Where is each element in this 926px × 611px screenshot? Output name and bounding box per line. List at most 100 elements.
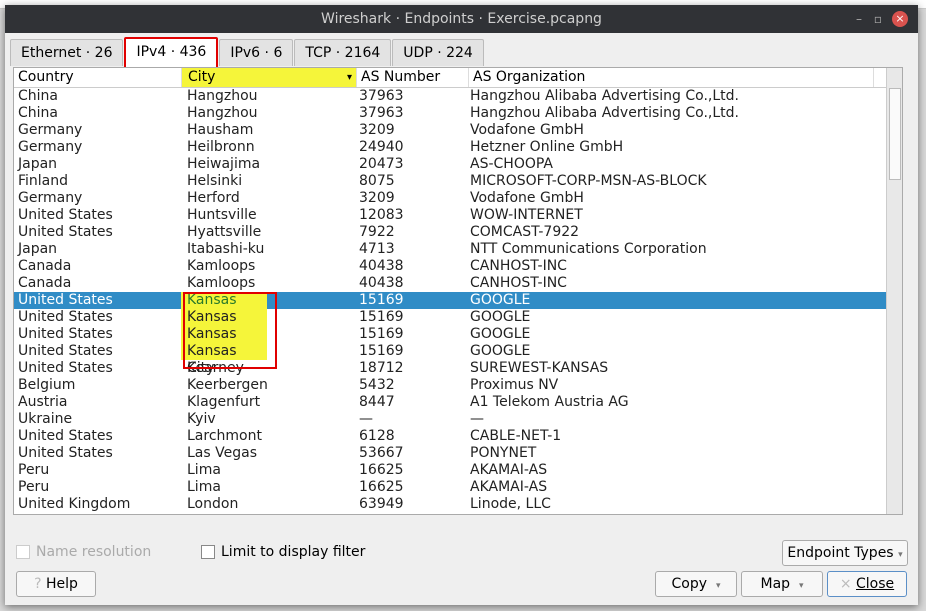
table-row[interactable]: Germany Herford 3209 Vodafone GmbH xyxy=(14,190,902,207)
help-icon: ? xyxy=(34,576,42,592)
column-header-as-org[interactable]: AS Organization xyxy=(469,68,874,87)
table-row[interactable]: Belgium Keerbergen 5432 Proximus NV xyxy=(14,377,902,394)
table-row[interactable]: United States Hyattsville 7922 COMCAST-7922 xyxy=(14,224,902,241)
cell-city: London xyxy=(187,496,239,512)
scrollbar-thumb[interactable] xyxy=(889,88,901,180)
cell-as-org: NTT Communications Corporation xyxy=(470,241,707,257)
cell-as-org: CABLE-NET-1 xyxy=(470,428,562,444)
cell-country: Canada xyxy=(18,258,72,274)
table-row[interactable]: Germany Hausham 3209 Vodafone GmbH xyxy=(14,122,902,139)
cell-as-number: 37963 xyxy=(359,88,404,104)
limit-filter-checkbox[interactable]: Limit to display filter xyxy=(201,544,365,560)
close-icon: × xyxy=(839,576,852,592)
endpoints-table: Country City ▾ AS Number AS Organization … xyxy=(13,67,903,515)
name-resolution-checkbox[interactable]: Name resolution xyxy=(16,544,151,560)
cell-country: Canada xyxy=(18,275,72,291)
table-body: China Hangzhou 37963 Hangzhou Alibaba Adver… xyxy=(14,88,902,513)
table-row[interactable]: United StatesKansas City15169GOOGLE xyxy=(14,343,902,376)
cell-city: Kamloops xyxy=(187,275,256,291)
cell-as-org: SUREWEST-KANSAS xyxy=(470,360,609,376)
cell-as-org: — xyxy=(470,411,484,427)
vertical-scrollbar[interactable] xyxy=(886,68,902,514)
cell-country: United States xyxy=(18,224,113,240)
table-row[interactable]: United States Larchmont 6128 CABLE-NET-1 xyxy=(14,428,902,445)
cell-as-org: CANHOST-INC xyxy=(470,258,567,274)
column-header-as-number[interactable]: AS Number xyxy=(357,68,469,87)
table-row[interactable]: Japan Heiwajima 20473 AS-CHOOPA xyxy=(14,156,902,173)
table-row[interactable]: United StatesKansas City15169GOOGLE xyxy=(14,292,902,325)
cell-country: Japan xyxy=(18,241,58,257)
copy-button[interactable]: Copy ▾ xyxy=(655,571,737,597)
cell-city: Hangzhou xyxy=(187,105,258,121)
table-row[interactable]: China Hangzhou 37963 Hangzhou Alibaba Adver… xyxy=(14,105,902,122)
endpoint-types-button[interactable]: Endpoint Types ▾ xyxy=(782,540,908,566)
map-button[interactable]: Map ▾ xyxy=(741,571,823,597)
table-row[interactable]: Peru Lima 16625 AKAMAI-AS xyxy=(14,479,902,496)
cell-as-number: 16625 xyxy=(359,462,404,478)
tab-ipv6[interactable]: IPv6 · 6 xyxy=(219,39,294,66)
minimize-button[interactable]: – xyxy=(856,5,862,33)
cell-as-number: 63949 xyxy=(359,496,404,512)
table-row[interactable]: United States Las Vegas 53667 PONYNET xyxy=(14,445,902,462)
cell-as-org: GOOGLE xyxy=(470,343,531,359)
table-row[interactable]: Germany Heilbronn 24940 Hetzner Online GmbH xyxy=(14,139,902,156)
cell-city: Heiwajima xyxy=(187,156,261,172)
cell-as-org: Hangzhou Alibaba Advertising Co.,Ltd. xyxy=(470,88,739,104)
cell-city: Lima xyxy=(187,462,221,478)
cell-city: Heilbronn xyxy=(187,139,255,155)
cell-as-org: Hangzhou Alibaba Advertising Co.,Ltd. xyxy=(470,105,739,121)
dropdown-icon: ▾ xyxy=(715,581,721,591)
cell-city: Huntsville xyxy=(187,207,257,223)
table-row[interactable]: United Kingdom London 63949 Linode, LLC xyxy=(14,496,902,513)
tab-udp[interactable]: UDP · 224 xyxy=(392,39,484,66)
cell-as-org: COMCAST-7922 xyxy=(470,224,580,240)
cell-city: Itabashi-ku xyxy=(187,241,265,257)
table-row[interactable]: China Hangzhou 37963 Hangzhou Alibaba Adver… xyxy=(14,88,902,105)
table-row[interactable]: Japan Itabashi-ku 4713 NTT Communications C… xyxy=(14,241,902,258)
table-row[interactable]: Canada Kamloops 40438 CANHOST-INC xyxy=(14,258,902,275)
table-row[interactable]: United StatesKansas City15169GOOGLE xyxy=(14,309,902,342)
tab-tcp[interactable]: TCP · 2164 xyxy=(294,39,392,66)
help-button[interactable]: ? Help xyxy=(16,571,96,597)
maximize-button[interactable]: ▫ xyxy=(874,5,882,33)
table-row[interactable]: United StatesKansas City15169GOOGLE xyxy=(14,326,902,359)
column-header-country[interactable]: Country xyxy=(14,68,182,87)
cell-country: United States xyxy=(18,292,113,308)
close-window-button[interactable]: × xyxy=(892,11,908,27)
cell-country: United States xyxy=(18,309,113,325)
cell-as-number: 12083 xyxy=(359,207,404,223)
table-row[interactable]: Ukraine Kyiv — — xyxy=(14,411,902,428)
cell-as-number: 8075 xyxy=(359,173,395,189)
title-bar: Wireshark · Endpoints · Exercise.pcapng … xyxy=(5,5,918,33)
cell-country: Peru xyxy=(18,479,50,495)
close-button[interactable]: × Close xyxy=(827,571,907,597)
tab-ipv4[interactable]: IPv4 · 436 xyxy=(124,37,219,69)
cell-city: Kyiv xyxy=(187,411,216,427)
button-label: Endpoint Types xyxy=(787,545,894,561)
endpoint-tabs: Ethernet · 26 IPv4 · 436 IPv6 · 6 TCP · … xyxy=(10,37,485,69)
table-row[interactable]: United States Kearney 18712 SUREWEST-KANSAS xyxy=(14,360,902,377)
cell-country: United States xyxy=(18,428,113,444)
cell-country: Belgium xyxy=(18,377,76,393)
cell-as-number: 15169 xyxy=(359,309,404,325)
dropdown-icon: ▾ xyxy=(798,581,804,591)
cell-as-number: 53667 xyxy=(359,445,404,461)
cell-country: Japan xyxy=(18,156,58,172)
cell-city: Hausham xyxy=(187,122,254,138)
cell-city: Larchmont xyxy=(187,428,262,444)
table-row[interactable]: Finland Helsinki 8075 MICROSOFT-CORP-MSN-AS… xyxy=(14,173,902,190)
table-row[interactable]: Canada Kamloops 40438 CANHOST-INC xyxy=(14,275,902,292)
cell-as-number: 40438 xyxy=(359,258,404,274)
table-row[interactable]: Austria Klagenfurt 8447 A1 Telekom Austria … xyxy=(14,394,902,411)
table-row[interactable]: United States Huntsville 12083 WOW-INTERNET xyxy=(14,207,902,224)
tab-ethernet[interactable]: Ethernet · 26 xyxy=(10,39,124,66)
cell-as-number: 18712 xyxy=(359,360,404,376)
table-row[interactable]: Peru Lima 16625 AKAMAI-AS xyxy=(14,462,902,479)
cell-city: Herford xyxy=(187,190,240,206)
cell-country: United States xyxy=(18,326,113,342)
cell-country: China xyxy=(18,105,58,121)
column-header-city[interactable]: City ▾ xyxy=(182,68,357,87)
cell-country: Germany xyxy=(18,122,83,138)
cell-country: Ukraine xyxy=(18,411,73,427)
button-label: Close xyxy=(856,576,895,592)
